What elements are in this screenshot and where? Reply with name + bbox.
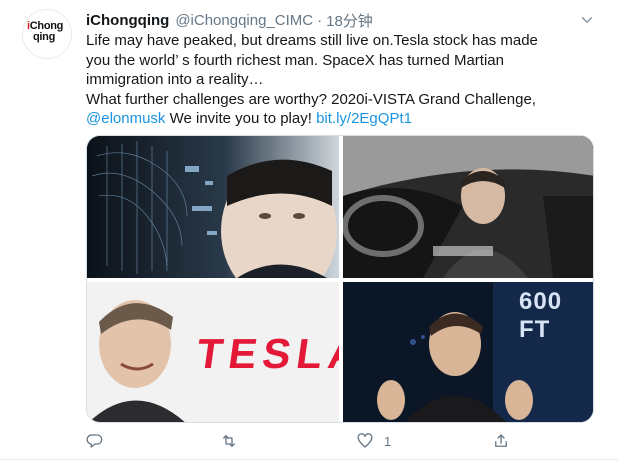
short-link[interactable]: bit.ly/2EgQPt1: [316, 110, 412, 127]
media-photo-tesla-sign[interactable]: TESLA: [87, 282, 339, 422]
reply-icon: [86, 434, 103, 448]
tweet-text-fragment: We invite you to play!: [165, 110, 317, 128]
stage-sign-text: 600 FT: [519, 288, 563, 343]
tweet-header: iChongqing @iChongqing_CIMC · 18分钟: [86, 10, 373, 30]
chevron-down-icon[interactable]: [578, 11, 596, 29]
tweet-text-line: Life may have peaked, but dreams still l…: [86, 32, 538, 49]
tesla-sign-text: TESLA: [193, 330, 339, 377]
media-grid: TESLA 600 FT: [86, 135, 594, 423]
timestamp[interactable]: 18分钟: [326, 10, 373, 31]
tweet-text-line: immigration into a reality…: [86, 71, 264, 89]
retweet-icon: [223, 435, 235, 447]
tweet-actions: 1: [86, 430, 598, 452]
avatar[interactable]: iChong qing: [22, 9, 72, 59]
share-icon: [495, 434, 507, 447]
user-handle[interactable]: @iChongqing_CIMC: [175, 12, 313, 29]
like-button[interactable]: 1: [356, 430, 391, 452]
tweet-text-line: What further challenges are worthy? 2020…: [86, 90, 536, 108]
display-name[interactable]: iChongqing: [86, 12, 169, 29]
tweet-text-line: you the world’ s fourth richest man. Spa…: [86, 51, 504, 69]
mention-link[interactable]: @elonmusk: [86, 110, 165, 127]
tweet-card[interactable]: iChong qing iChongqing @iChongqing_CIMC …: [0, 0, 618, 460]
media-photo-ai-portrait[interactable]: [87, 136, 339, 278]
avatar-logo: iChong qing: [27, 21, 69, 43]
reply-button[interactable]: [86, 430, 104, 452]
retweet-button[interactable]: [220, 430, 238, 452]
share-button[interactable]: [492, 430, 510, 452]
like-count: 1: [384, 433, 392, 449]
photo-ai-portrait-art: [87, 136, 339, 278]
tweet-text: Life may have peaked, but dreams still l…: [86, 31, 598, 129]
media-photo-on-stage[interactable]: 600 FT: [343, 282, 593, 422]
heart-icon: [357, 433, 373, 448]
tweet-text-line: @elonmusk We invite you to play! bit.ly/…: [86, 109, 598, 129]
media-photo-in-car[interactable]: [343, 136, 593, 278]
photo-in-car-art: [343, 136, 593, 278]
separator-dot: ·: [317, 11, 323, 29]
avatar-logo-line2: qing: [33, 31, 56, 43]
